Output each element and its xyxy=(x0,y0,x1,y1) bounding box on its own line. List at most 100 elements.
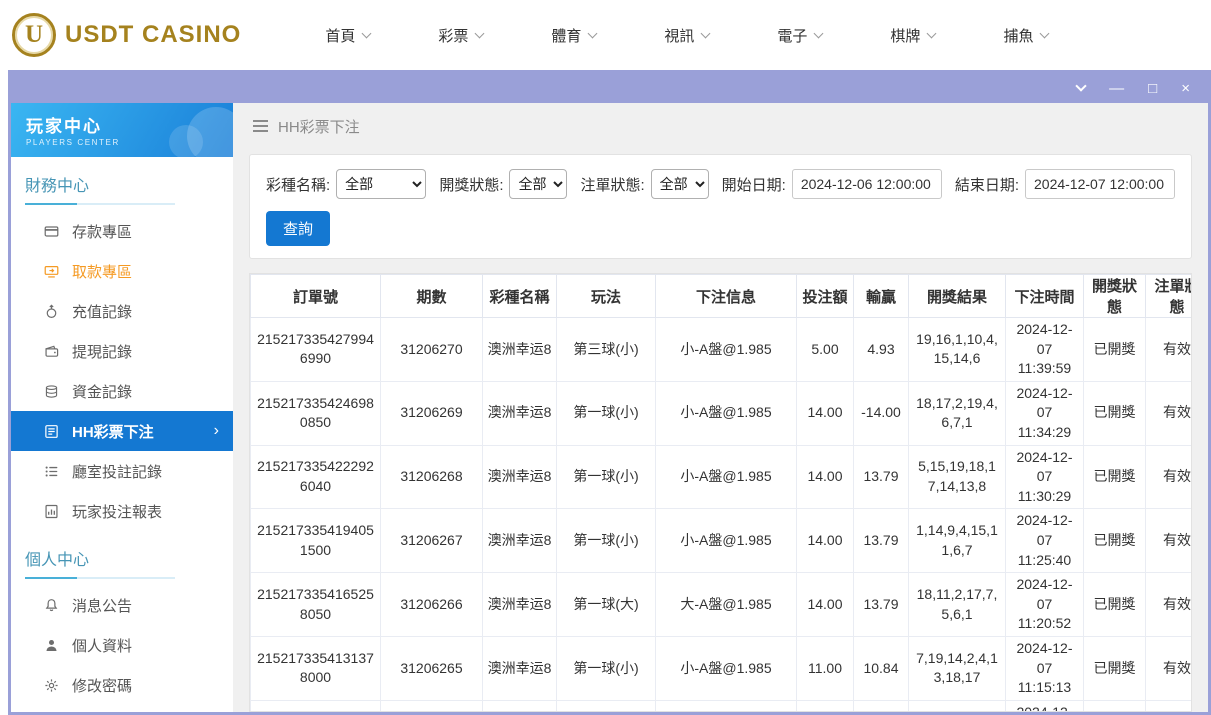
nav-item-5[interactable]: 電子 xyxy=(743,25,856,46)
menu-toggle-icon[interactable] xyxy=(253,120,268,132)
draw-status-select[interactable]: 全部 xyxy=(509,169,567,199)
lottery-select[interactable]: 全部 xyxy=(336,169,426,199)
window-collapse-button[interactable] xyxy=(1077,86,1085,90)
table-cell: 小-A盤@1.985 xyxy=(656,509,797,573)
table-cell: 13.79 xyxy=(854,509,909,573)
section-title: 個人中心 xyxy=(25,546,175,579)
sidebar-item[interactable]: 提現記錄 xyxy=(11,331,233,371)
sidebar-item[interactable]: 消息公告 xyxy=(11,585,233,625)
page-header: HH彩票下注 xyxy=(233,103,1208,149)
chevron-down-icon xyxy=(1076,80,1087,91)
table-cell: 19,16,1,10,4,15,14,6 xyxy=(909,318,1006,382)
window-minimize-button[interactable]: — xyxy=(1109,81,1124,96)
chevron-down-icon xyxy=(588,28,598,38)
table-cell: 14.00 xyxy=(797,445,854,509)
chevron-right-icon: › xyxy=(214,422,219,440)
hall-record-icon xyxy=(43,463,59,479)
nav-item-2[interactable]: 彩票 xyxy=(404,25,517,46)
nav-item-3[interactable]: 體育 xyxy=(517,25,630,46)
column-header: 玩法 xyxy=(557,275,656,318)
table-cell: -14.00 xyxy=(854,381,909,445)
brand[interactable]: U USDT CASINO xyxy=(12,13,241,57)
bell-icon xyxy=(43,597,59,613)
sidebar-item[interactable]: 廳室投註記錄 xyxy=(11,451,233,491)
chevron-down-icon xyxy=(475,28,485,38)
page-title: HH彩票下注 xyxy=(278,116,360,137)
table-cell: 31206266 xyxy=(381,573,483,637)
table-cell: 第一球(小) xyxy=(557,636,656,700)
table-cell: 大-A盤@1.985 xyxy=(656,573,797,637)
sidebar-item-label: 個人資料 xyxy=(72,635,132,656)
table-cell: 14.00 xyxy=(797,509,854,573)
table-cell: 小-A盤@1.985 xyxy=(656,636,797,700)
brand-logo-letter: U xyxy=(25,21,43,49)
table-cell: 已開獎 xyxy=(1084,700,1146,712)
window-titlebar: — □ × xyxy=(11,73,1208,103)
brand-logo-icon: U xyxy=(12,13,56,57)
main-content: HH彩票下注 彩種名稱: 全部 開獎狀態: 全部 注單狀態: 全部 xyxy=(233,103,1208,712)
recharge-record-icon xyxy=(43,303,59,319)
sidebar-item[interactable]: 資金記錄 xyxy=(11,371,233,411)
sidebar-header: 玩家中心 PLAYERS CENTER xyxy=(11,103,233,157)
sidebar-item-label: 資金記錄 xyxy=(72,381,132,402)
table-cell: 14.00 xyxy=(797,381,854,445)
nav-item-1[interactable]: 首頁 xyxy=(291,25,404,46)
sidebar-item[interactable]: 玩家投注報表 xyxy=(11,491,233,531)
table-cell: 13.79 xyxy=(854,445,909,509)
end-date-label: 結束日期: xyxy=(955,174,1019,195)
column-header: 開獎結果 xyxy=(909,275,1006,318)
start-date-input[interactable] xyxy=(792,169,942,199)
top-navbar: U USDT CASINO 首頁彩票體育視訊 電子 棋牌 捕魚 xyxy=(0,0,1211,70)
table-cell: 已開獎 xyxy=(1084,381,1146,445)
table-cell: 2024-12-07 11:39:59 xyxy=(1006,318,1084,382)
table-cell: 第一球(小) xyxy=(557,445,656,509)
sidebar-item[interactable]: 充值記錄 xyxy=(11,291,233,331)
chevron-down-icon xyxy=(701,28,711,38)
table-cell: 小-A盤@1.985 xyxy=(656,700,797,712)
table-cell: 已開獎 xyxy=(1084,318,1146,382)
player-center-window: — □ × 玩家中心 PLAYERS CENTER 財務中心存款專區取款專區充值… xyxy=(8,70,1211,715)
table-cell: 已開獎 xyxy=(1084,509,1146,573)
sidebar-item[interactable]: 修改密碼 xyxy=(11,665,233,705)
nav-item-7[interactable]: 捕魚 xyxy=(969,25,1082,46)
table-cell: 小-A盤@1.985 xyxy=(656,318,797,382)
sidebar-item[interactable]: 個人資料 xyxy=(11,625,233,665)
table-cell: 31206270 xyxy=(381,318,483,382)
main-nav: 首頁彩票體育視訊 電子 棋牌 捕魚 xyxy=(291,25,1082,46)
table-cell: 澳洲幸运8 xyxy=(483,509,557,573)
table-cell: 已開獎 xyxy=(1084,445,1146,509)
table-cell: 31206265 xyxy=(381,636,483,700)
table-cell: 31206268 xyxy=(381,445,483,509)
nav-item-label: 電子 xyxy=(777,25,807,46)
table-cell: 第一球(小) xyxy=(557,509,656,573)
nav-item-6[interactable]: 棋牌 xyxy=(856,25,969,46)
table-cell: 澳洲幸运8 xyxy=(483,445,557,509)
brand-text: USDT CASINO xyxy=(65,21,241,49)
table-cell: 14.00 xyxy=(797,573,854,637)
sidebar-item[interactable]: 存款專區 xyxy=(11,211,233,251)
table-cell: 2024-12-07 11:10:48 xyxy=(1006,700,1084,712)
nav-item-label: 棋牌 xyxy=(890,25,920,46)
table-cell: 有效 xyxy=(1146,445,1193,509)
sidebar-subtitle: PLAYERS CENTER xyxy=(26,138,233,147)
column-header: 投注額 xyxy=(797,275,854,318)
end-date-input[interactable] xyxy=(1025,169,1175,199)
table-row: 215217335422292604031206268澳洲幸运8第一球(小)小-… xyxy=(251,445,1193,509)
table-cell: 31206264 xyxy=(381,700,483,712)
sidebar-item[interactable]: HH彩票下注› xyxy=(11,411,233,451)
table-cell: 澳洲幸运8 xyxy=(483,318,557,382)
table-cell: 有效 xyxy=(1146,381,1193,445)
search-button[interactable]: 查詢 xyxy=(266,211,330,246)
table-cell: 澳洲幸运8 xyxy=(483,573,557,637)
sidebar-item[interactable]: 取款專區 xyxy=(11,251,233,291)
window-close-button[interactable]: × xyxy=(1181,81,1190,96)
person-icon xyxy=(43,637,59,653)
table-cell: 2152173354104829170 xyxy=(251,700,381,712)
bank-card-icon xyxy=(43,223,59,239)
order-status-select[interactable]: 全部 xyxy=(651,169,709,199)
table-cell: 2152173354131378000 xyxy=(251,636,381,700)
nav-item-4[interactable]: 視訊 xyxy=(630,25,743,46)
window-maximize-button[interactable]: □ xyxy=(1148,81,1157,96)
table-cell: 已開獎 xyxy=(1084,636,1146,700)
table-cell: -14.00 xyxy=(854,700,909,712)
